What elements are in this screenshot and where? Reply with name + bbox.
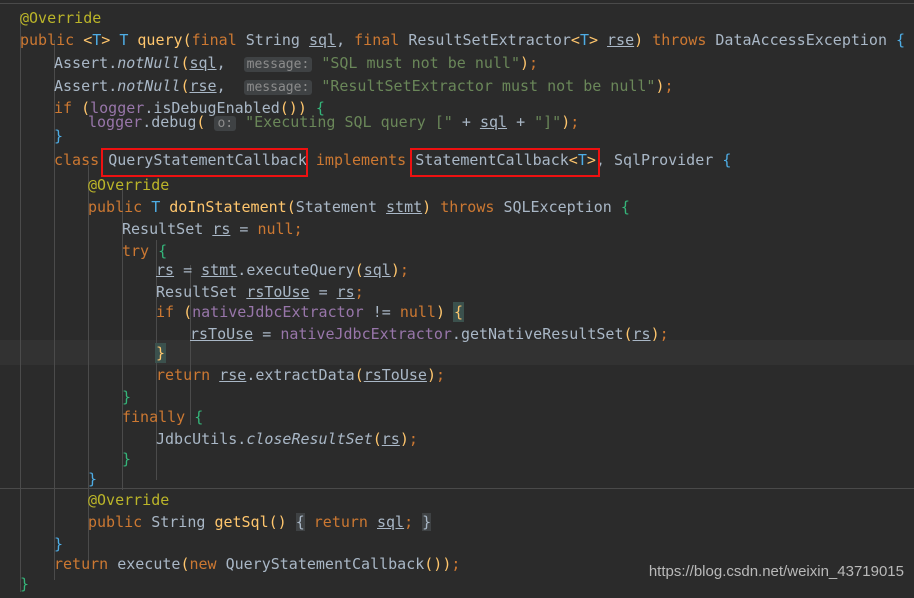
- brace-gray-close: }: [422, 513, 432, 531]
- brace-match-open: {: [453, 302, 465, 322]
- code-line-21[interactable]: JdbcUtils.closeResultSet(rs);: [156, 427, 418, 452]
- indent-guide-2: [54, 40, 55, 580]
- inlay-hint-message-2: message:: [243, 80, 313, 95]
- code-line-27[interactable]: return execute(new QueryStatementCallbac…: [54, 552, 460, 577]
- inlay-hint-message-1: message:: [243, 57, 313, 72]
- code-line-3[interactable]: Assert.notNull(sql, message: "SQL must n…: [54, 51, 538, 76]
- code-line-7[interactable]: }: [54, 124, 63, 149]
- code-content[interactable]: @Override public <T> T query(final Strin…: [0, 0, 905, 598]
- brace-match-close: }: [154, 343, 167, 363]
- code-line-6[interactable]: logger.debug( o: "Executing SQL query ["…: [88, 110, 579, 135]
- method-separator-top: [0, 3, 914, 4]
- code-editor[interactable]: @Override public <T> T query(final Strin…: [0, 0, 914, 598]
- code-line-28[interactable]: }: [20, 572, 29, 597]
- code-line-8[interactable]: class QueryStatementCallback implements …: [54, 148, 731, 173]
- code-line-22[interactable]: }: [122, 447, 131, 472]
- code-line-16[interactable]: rsToUse = nativeJdbcExtractor.getNativeR…: [190, 322, 669, 347]
- inlay-hint-o-1: o:: [214, 116, 237, 131]
- brace-gray-open: {: [295, 513, 305, 531]
- code-line-25[interactable]: public String getSql() { return sql; }: [88, 510, 432, 535]
- code-line-2[interactable]: public <T> T query(final String sql, fin…: [20, 28, 905, 53]
- watermark-url: https://blog.csdn.net/weixin_43719015: [648, 563, 904, 580]
- code-line-18[interactable]: return rse.extractData(rsToUse);: [156, 363, 445, 388]
